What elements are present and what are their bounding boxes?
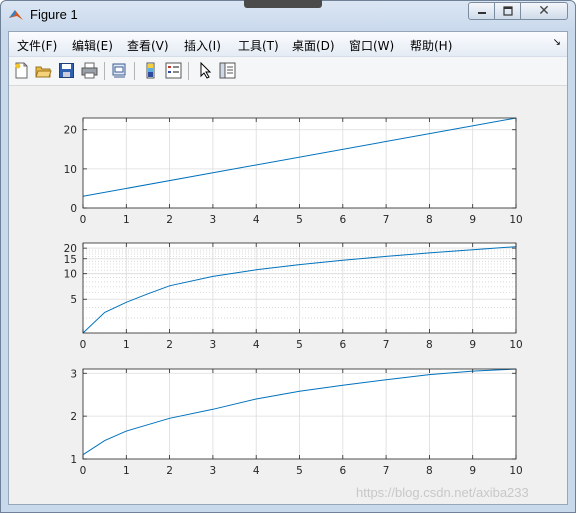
x-tick-label: 6 — [339, 214, 346, 226]
new-figure-icon[interactable] — [13, 62, 30, 79]
figure-canvas: 0 1 2 3 4 5 6 7 8 9 10 0 10 20 0 1 2 3 4 5 6 7 8 9 10 5 10 15 20 0 1 2 3… — [9, 86, 567, 504]
title-bar[interactable]: Figure 1 ✕ — [1, 1, 575, 29]
y-tick-label: 5 — [70, 294, 77, 306]
x-tick-label: 8 — [426, 465, 433, 477]
close-button[interactable]: ✕ — [520, 2, 568, 20]
toolbar-separator — [188, 62, 189, 80]
x-tick-label: 5 — [296, 465, 303, 477]
x-tick-label: 8 — [426, 339, 433, 351]
subplot-3[interactable]: 0 1 2 3 4 5 6 7 8 9 10123 — [70, 368, 522, 477]
x-tick-label: 4 — [253, 339, 260, 351]
y-tick-label: 20 — [64, 125, 77, 137]
x-tick-label: 2 — [166, 214, 173, 226]
client-area: 文件(F) 编辑(E) 查看(V) 插入(I) 工具(T) 桌面(D) 窗口(W… — [8, 31, 568, 505]
minimize-button[interactable] — [468, 2, 495, 20]
maximize-button[interactable] — [494, 2, 521, 20]
open-file-icon[interactable] — [35, 62, 52, 79]
x-tick-label: 0 — [80, 465, 87, 477]
menu-view[interactable]: 查看(V) — [127, 37, 169, 54]
watermark: https://blog.csdn.net/axiba233 — [356, 485, 529, 500]
menu-window[interactable]: 窗口(W) — [349, 37, 394, 54]
x-tick-label: 10 — [509, 465, 522, 477]
x-tick-label: 6 — [339, 465, 346, 477]
y-tick-label: 20 — [64, 243, 77, 255]
pointer-icon[interactable] — [197, 62, 214, 79]
x-tick-label: 9 — [469, 214, 476, 226]
x-tick-label: 1 — [123, 339, 130, 351]
x-tick-label: 7 — [383, 214, 390, 226]
x-tick-label: 9 — [469, 465, 476, 477]
matlab-logo-icon — [9, 10, 23, 20]
menu-desktop[interactable]: 桌面(D) — [292, 37, 335, 54]
toolbar — [9, 57, 567, 86]
toolbar-separator — [134, 62, 135, 80]
x-tick-label: 7 — [383, 339, 390, 351]
x-tick-label: 5 — [296, 339, 303, 351]
x-tick-label: 6 — [339, 339, 346, 351]
property-inspector-icon[interactable] — [219, 62, 236, 79]
menu-file[interactable]: 文件(F) — [17, 37, 57, 54]
menu-insert[interactable]: 插入(I) — [184, 37, 221, 54]
x-tick-label: 7 — [383, 465, 390, 477]
y-tick-label: 2 — [70, 411, 77, 423]
x-tick-label: 10 — [509, 339, 522, 351]
x-tick-label: 1 — [123, 214, 130, 226]
x-tick-label: 4 — [253, 214, 260, 226]
x-tick-label: 3 — [210, 465, 217, 477]
close-icon: ✕ — [538, 3, 550, 19]
print-icon[interactable] — [81, 62, 98, 79]
minimize-icon — [477, 12, 486, 14]
save-icon[interactable] — [58, 62, 75, 79]
x-tick-label: 5 — [296, 214, 303, 226]
x-tick-label: 0 — [80, 214, 87, 226]
x-tick-label: 3 — [210, 339, 217, 351]
x-tick-label: 4 — [253, 465, 260, 477]
y-tick-label: 15 — [64, 254, 77, 266]
toolbar-separator — [104, 62, 105, 80]
y-tick-label: 0 — [70, 203, 77, 215]
x-tick-label: 9 — [469, 339, 476, 351]
menu-bar: 文件(F) 编辑(E) 查看(V) 插入(I) 工具(T) 桌面(D) 窗口(W… — [9, 32, 567, 57]
window-title: Figure 1 — [30, 7, 78, 22]
subplot-1[interactable]: 0 1 2 3 4 5 6 7 8 9 10 0 10 20 — [64, 117, 523, 226]
menu-edit[interactable]: 编辑(E) — [72, 37, 113, 54]
x-tick-label: 10 — [509, 214, 522, 226]
colorbar-icon[interactable] — [142, 62, 159, 79]
menu-help[interactable]: 帮助(H) — [410, 37, 452, 54]
x-tick-label: 1 — [123, 465, 130, 477]
x-tick-label: 2 — [166, 339, 173, 351]
y-tick-label: 3 — [70, 368, 77, 380]
y-tick-label: 10 — [64, 269, 77, 281]
legend-icon[interactable] — [165, 62, 182, 79]
dock-arrow-icon[interactable]: ↘ — [553, 37, 561, 48]
x-tick-label: 0 — [80, 339, 87, 351]
x-tick-label: 2 — [166, 465, 173, 477]
subplot-2[interactable]: 0 1 2 3 4 5 6 7 8 9 10 5 10 1520 — [64, 242, 523, 351]
menu-tools[interactable]: 工具(T) — [238, 37, 279, 54]
link-plot-icon[interactable] — [111, 62, 128, 79]
maximize-icon — [502, 6, 513, 16]
y-tick-label: 1 — [70, 454, 77, 466]
figure-window: Figure 1 ✕ 文件(F) 编辑(E) 查看(V) 插入(I) 工具(T)… — [0, 0, 576, 513]
y-tick-label: 10 — [64, 164, 77, 176]
subplot-area: 0 1 2 3 4 5 6 7 8 9 10010200 1 2 3 4 5 6 7 8 9 1051015200 1 2 3… — [64, 117, 523, 477]
x-tick-label: 8 — [426, 214, 433, 226]
x-tick-label: 3 — [210, 214, 217, 226]
